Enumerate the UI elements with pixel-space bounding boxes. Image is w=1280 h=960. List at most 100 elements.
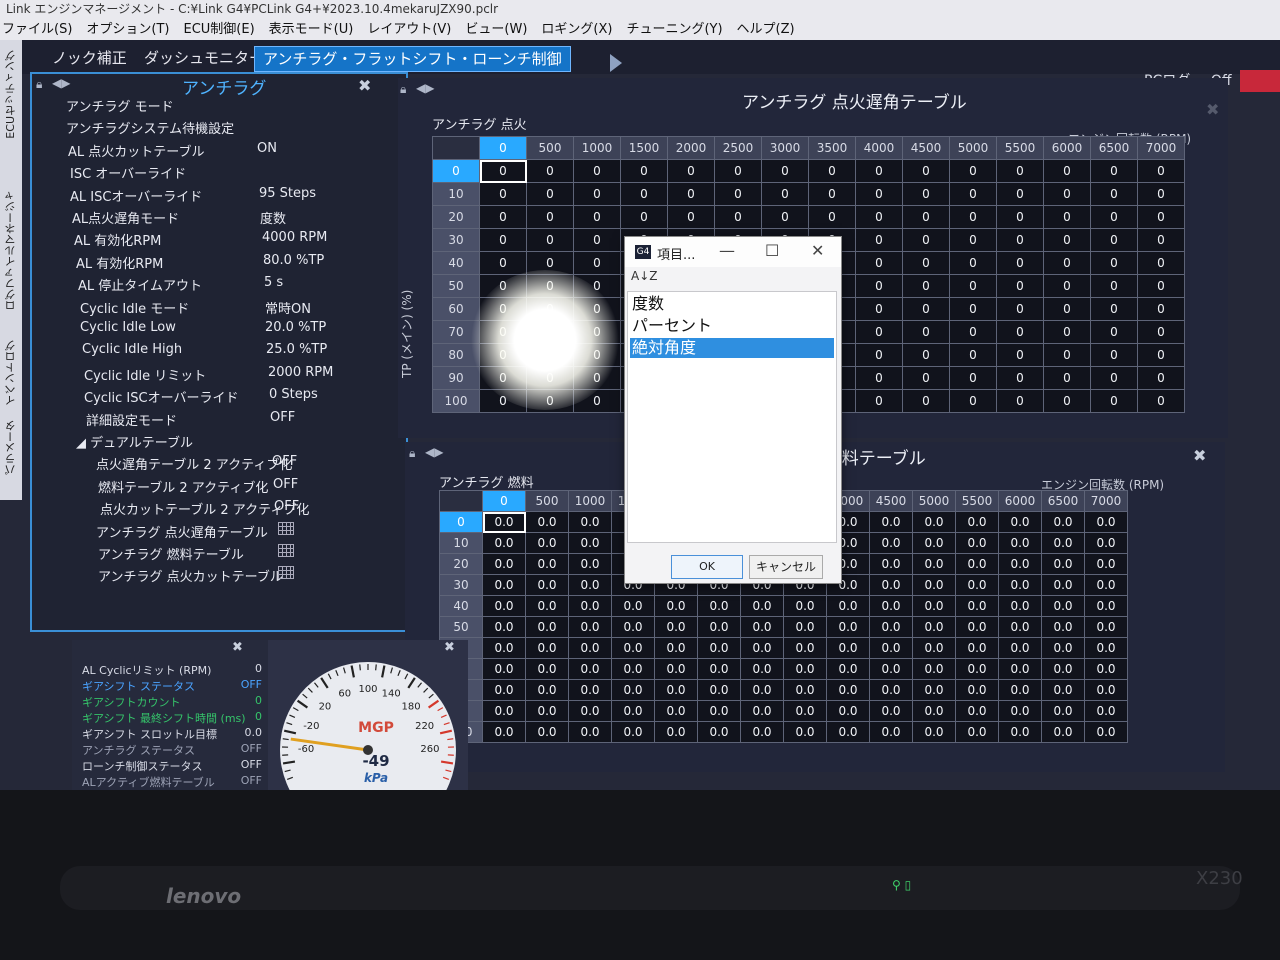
table-cell[interactable]: 0 xyxy=(902,251,950,275)
row-header[interactable]: 50 xyxy=(432,274,480,298)
table-cell[interactable]: 0.0 xyxy=(740,679,784,701)
column-header[interactable]: 4000 xyxy=(855,136,903,160)
table-cell[interactable]: 0 xyxy=(1090,297,1138,321)
table-cell[interactable]: 0.0 xyxy=(525,574,569,596)
table-cell[interactable]: 0 xyxy=(1043,366,1091,390)
close-icon[interactable]: ✖ xyxy=(358,76,371,95)
menu-item-8[interactable]: ヘルプ(Z) xyxy=(737,18,795,37)
side-tab-log-manager[interactable]: ログファイルマネージャ xyxy=(3,190,19,311)
table-cell[interactable]: 0 xyxy=(949,159,997,183)
table-cell[interactable]: 0.0 xyxy=(912,616,956,638)
table-cell[interactable]: 0 xyxy=(996,205,1044,229)
table-cell[interactable]: 0.0 xyxy=(525,658,569,680)
table-cell[interactable]: 0.0 xyxy=(955,637,999,659)
table-cell[interactable]: 0 xyxy=(761,205,809,229)
table-cell[interactable]: 0.0 xyxy=(912,595,956,617)
table-cell[interactable]: 0.0 xyxy=(482,574,526,596)
table-cell[interactable]: 0 xyxy=(761,159,809,183)
setting-value[interactable]: 0 Steps xyxy=(269,387,318,402)
table-cell[interactable]: 0 xyxy=(855,251,903,275)
table-cell[interactable]: 0.0 xyxy=(697,679,741,701)
row-header[interactable]: 40 xyxy=(439,595,483,617)
dialog-option[interactable]: パーセント xyxy=(630,316,834,336)
side-tab-ecu-settings[interactable]: ECUセッティング xyxy=(3,50,19,139)
table-cell[interactable]: 0 xyxy=(1090,366,1138,390)
menu-item-1[interactable]: オプション(T) xyxy=(86,18,169,37)
table-cell[interactable]: 0 xyxy=(808,159,856,183)
table-cell[interactable]: 0.0 xyxy=(568,511,612,533)
column-header[interactable]: 5500 xyxy=(955,490,999,512)
table-cell[interactable]: 0.0 xyxy=(1084,658,1128,680)
table-cell[interactable]: 0.0 xyxy=(482,553,526,575)
table-cell[interactable]: 0 xyxy=(996,228,1044,252)
table-cell[interactable]: 0.0 xyxy=(1041,574,1085,596)
table-cell[interactable]: 0 xyxy=(620,182,668,206)
table-cell[interactable]: 0.0 xyxy=(912,658,956,680)
table-cell[interactable]: 0 xyxy=(1043,297,1091,321)
table-cell[interactable]: 0 xyxy=(1137,366,1185,390)
table-cell[interactable]: 0.0 xyxy=(525,679,569,701)
cancel-button[interactable]: キャンセル xyxy=(749,555,823,579)
side-tab-event-log[interactable]: イベントログ xyxy=(3,340,19,406)
table-cell[interactable]: 0.0 xyxy=(525,700,569,722)
table-cell[interactable]: 0.0 xyxy=(1084,574,1128,596)
table-cell[interactable]: 0.0 xyxy=(525,595,569,617)
table-cell[interactable]: 0 xyxy=(1043,182,1091,206)
row-header[interactable]: 10 xyxy=(439,532,483,554)
column-header[interactable]: 7000 xyxy=(1137,136,1185,160)
table-cell[interactable]: 0 xyxy=(1043,228,1091,252)
table-grid-icon[interactable] xyxy=(278,521,294,535)
setting-value[interactable]: ON xyxy=(257,141,277,156)
table-cell[interactable]: 0.0 xyxy=(654,721,698,743)
table-cell[interactable]: 0.0 xyxy=(740,700,784,722)
table-cell[interactable]: 0.0 xyxy=(482,721,526,743)
table-cell[interactable]: 0.0 xyxy=(1041,637,1085,659)
table-cell[interactable]: 0.0 xyxy=(1084,532,1128,554)
table-cell[interactable]: 0.0 xyxy=(955,679,999,701)
lock-icon[interactable]: 🔒︎ xyxy=(409,446,415,461)
table-cell[interactable]: 0 xyxy=(902,205,950,229)
table-cell[interactable]: 0.0 xyxy=(740,595,784,617)
close-icon[interactable]: ✕ xyxy=(811,241,824,260)
table-cell[interactable]: 0 xyxy=(479,228,527,252)
table-cell[interactable]: 0.0 xyxy=(654,658,698,680)
table-cell[interactable]: 0 xyxy=(949,228,997,252)
table-cell[interactable]: 0.0 xyxy=(611,700,655,722)
table-cell[interactable]: 0 xyxy=(1090,343,1138,367)
table-cell[interactable]: 0 xyxy=(1043,251,1091,275)
table-cell[interactable]: 0.0 xyxy=(783,721,827,743)
table-cell[interactable]: 0.0 xyxy=(998,574,1042,596)
table-cell[interactable]: 0.0 xyxy=(998,595,1042,617)
table-cell[interactable]: 0.0 xyxy=(869,616,913,638)
setting-value[interactable]: 4000 RPM xyxy=(262,230,327,245)
row-header[interactable]: 20 xyxy=(432,205,480,229)
table-cell[interactable]: 0.0 xyxy=(568,616,612,638)
menu-item-3[interactable]: 表示モード(U) xyxy=(269,18,354,37)
table-cell[interactable]: 0 xyxy=(996,297,1044,321)
table-cell[interactable]: 0 xyxy=(1090,320,1138,344)
menu-item-5[interactable]: ビュー(W) xyxy=(465,18,527,37)
table-cell[interactable]: 0 xyxy=(1137,159,1185,183)
dialog-option[interactable]: 絶対角度 xyxy=(630,338,834,358)
table-cell[interactable]: 0 xyxy=(1137,320,1185,344)
table-cell[interactable]: 0 xyxy=(1137,251,1185,275)
table-cell[interactable]: 0.0 xyxy=(654,679,698,701)
table-cell[interactable]: 0 xyxy=(808,182,856,206)
table-cell[interactable]: 0.0 xyxy=(826,679,870,701)
table-cell[interactable]: 0 xyxy=(902,159,950,183)
table-cell[interactable]: 0.0 xyxy=(869,574,913,596)
column-header[interactable]: 2500 xyxy=(714,136,762,160)
column-header[interactable]: 1000 xyxy=(568,490,612,512)
close-icon[interactable]: ✖ xyxy=(232,640,243,655)
table-cell[interactable]: 0 xyxy=(949,343,997,367)
table-cell[interactable]: 0.0 xyxy=(869,658,913,680)
table-cell[interactable]: 0.0 xyxy=(1084,616,1128,638)
table-cell[interactable]: 0 xyxy=(1137,343,1185,367)
row-header[interactable]: 10 xyxy=(432,182,480,206)
table-cell[interactable]: 0 xyxy=(526,182,574,206)
table-cell[interactable]: 0 xyxy=(949,320,997,344)
table-cell[interactable]: 0.0 xyxy=(1084,553,1128,575)
table-cell[interactable]: 0.0 xyxy=(1041,616,1085,638)
close-icon[interactable]: ✖ xyxy=(1193,446,1206,465)
table-cell[interactable]: 0 xyxy=(573,251,621,275)
